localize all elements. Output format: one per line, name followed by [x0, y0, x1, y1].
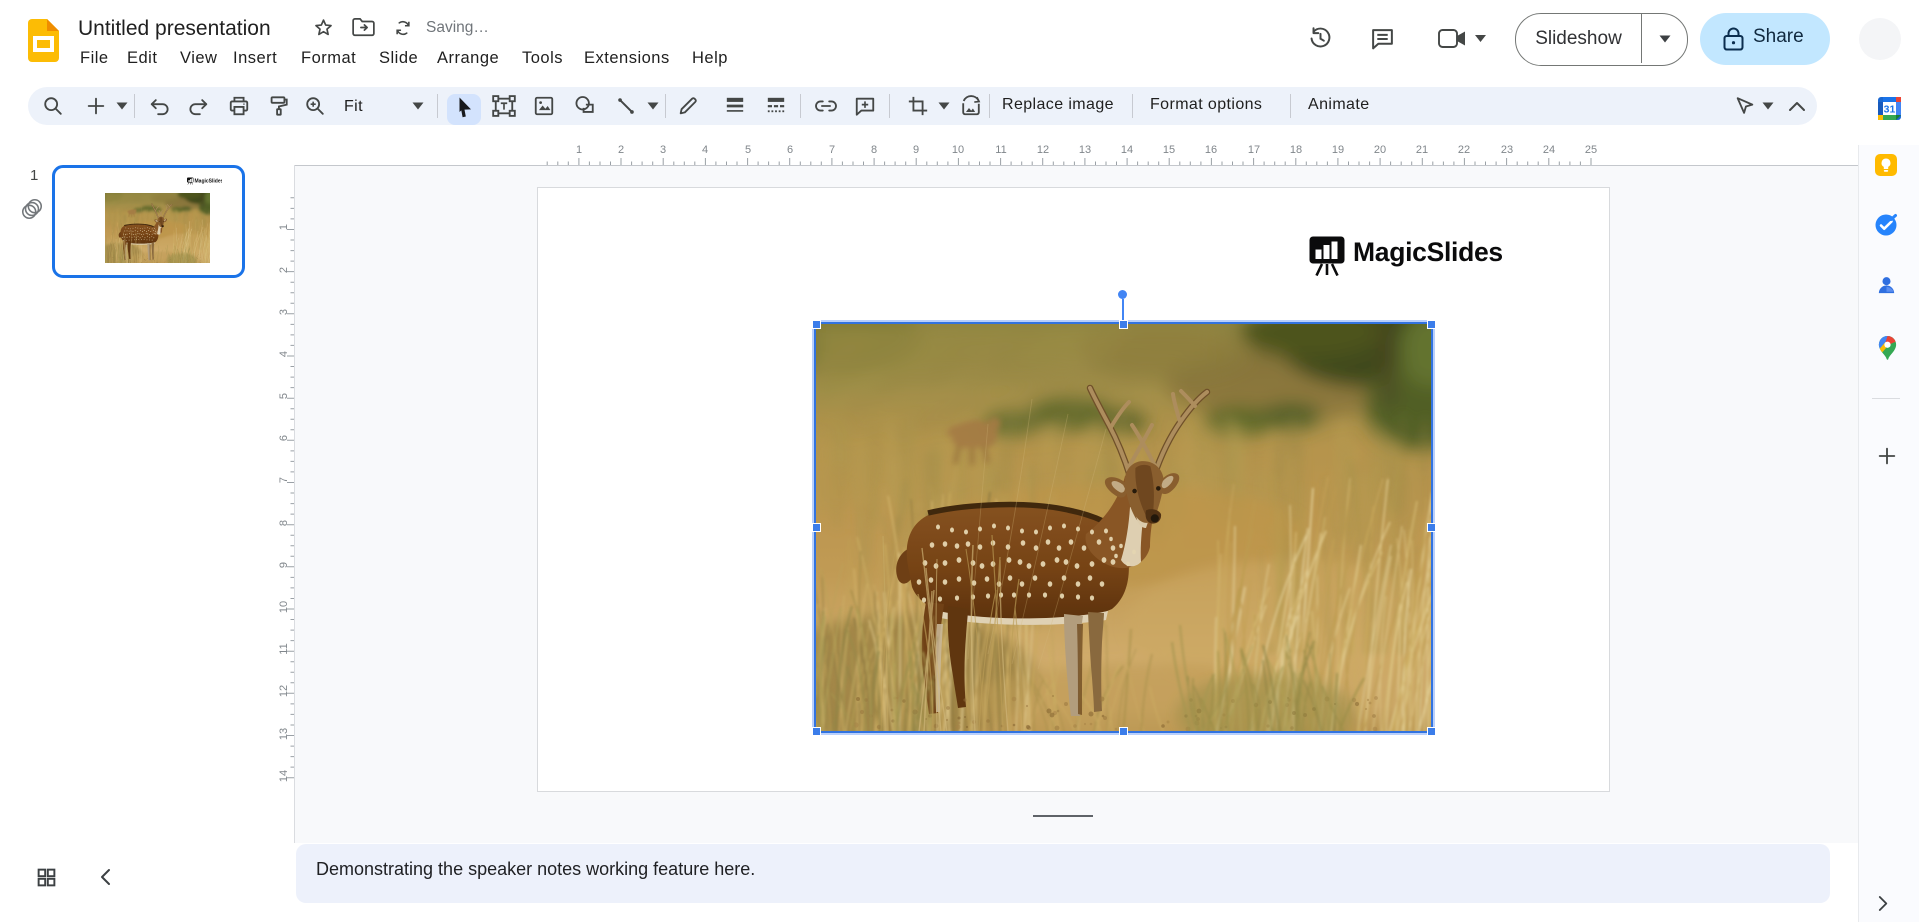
svg-text:MagicSlides: MagicSlides	[195, 178, 223, 184]
svg-text:31: 31	[1884, 104, 1896, 116]
